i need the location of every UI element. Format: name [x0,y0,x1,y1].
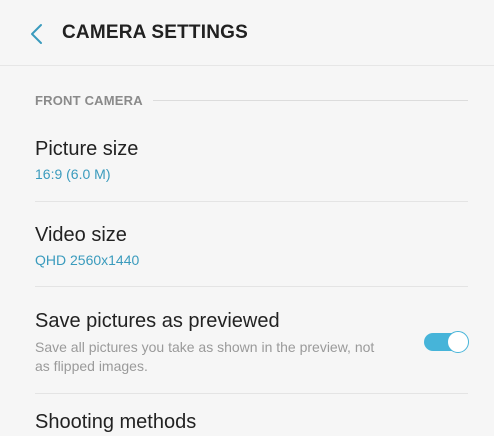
save-as-previewed-toggle[interactable] [424,331,470,353]
back-button[interactable] [24,20,52,48]
setting-title: Shooting methods [35,411,197,433]
row-divider [35,393,468,394]
row-divider [35,286,468,287]
setting-video-size[interactable]: Video size QHD 2560x1440 [35,223,468,269]
setting-description: Save all pictures you take as shown in t… [35,339,375,374]
setting-picture-size[interactable]: Picture size 16:9 (6.0 M) [35,137,468,183]
setting-shooting-methods[interactable]: Shooting methods [35,410,468,434]
setting-save-pictures-as-previewed[interactable]: Save pictures as previewed Save all pict… [35,309,468,376]
section-label: FRONT CAMERA [35,92,143,108]
setting-title: Video size [35,224,127,246]
section-divider [152,99,468,101]
row-divider [35,201,468,202]
setting-title: Picture size [35,138,139,160]
app-bar: CAMERA SETTINGS [0,0,494,66]
setting-title: Save pictures as previewed [35,310,280,332]
page-title: CAMERA SETTINGS [62,22,248,43]
toggle-knob [447,331,469,353]
section-header-front-camera: FRONT CAMERA [35,90,468,110]
chevron-left-icon [24,20,52,48]
setting-value: 16:9 (6.0 M) [35,166,111,182]
setting-value: QHD 2560x1440 [35,252,140,268]
